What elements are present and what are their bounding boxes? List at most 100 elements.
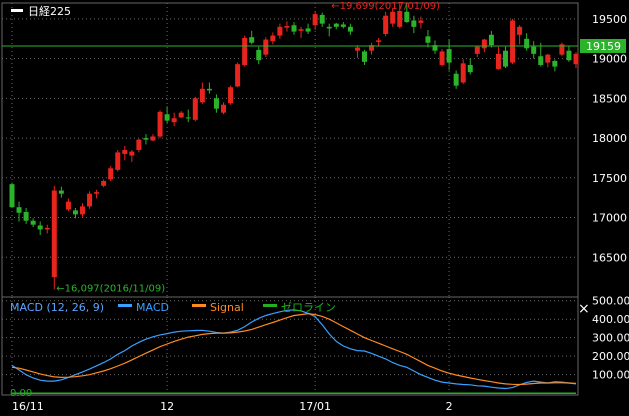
- candle-body: [72, 210, 78, 215]
- candle-body: [531, 46, 537, 54]
- macd-tick-label: 300.00: [592, 332, 629, 345]
- candle-body: [446, 49, 452, 63]
- candle-body: [199, 88, 205, 103]
- candle-body: [37, 225, 43, 230]
- candle-body: [383, 15, 389, 34]
- candle-body: [143, 138, 149, 140]
- candle-body: [573, 53, 579, 65]
- candle-body: [129, 151, 135, 156]
- candle-body: [453, 73, 459, 86]
- price-tick-label: 17500: [592, 172, 627, 185]
- candle-body: [312, 14, 318, 26]
- candle-body: [566, 50, 572, 61]
- candle-body: [460, 63, 466, 83]
- current-price-label: 19159: [586, 40, 621, 53]
- candle-body: [30, 220, 36, 225]
- candle-body: [538, 56, 544, 65]
- price-tick-label: 16500: [592, 251, 627, 264]
- candle-body: [185, 117, 191, 119]
- candle-body: [439, 51, 445, 65]
- candle-body: [524, 38, 530, 49]
- candle-body: [178, 112, 184, 118]
- candle-body: [467, 64, 473, 73]
- candle-body: [481, 39, 487, 49]
- zero-value-label: 0.00: [10, 388, 32, 399]
- x-tick-label: 16/11: [12, 400, 44, 413]
- macd-tick-label: 100.00: [592, 369, 629, 382]
- macd-legend: MACD Signal ゼロライン: [118, 301, 336, 314]
- candle-body: [80, 206, 85, 215]
- price-tick-label: 18500: [592, 92, 627, 105]
- candle-body: [23, 211, 29, 221]
- candle-body: [249, 37, 255, 43]
- candle-body: [552, 61, 558, 67]
- candle-body: [404, 11, 410, 23]
- candle-body: [122, 150, 128, 154]
- macd-tick-label: 500.00: [592, 295, 629, 308]
- candle-body: [108, 168, 114, 180]
- candle-body: [136, 139, 142, 150]
- legend-swatch: [192, 304, 206, 307]
- legend-swatch: [263, 304, 277, 307]
- candle-body: [545, 54, 551, 63]
- candle-body: [326, 26, 332, 29]
- current-price-tag: 19159: [580, 38, 626, 53]
- candle-body: [425, 36, 431, 43]
- x-tick-label: 2: [446, 400, 453, 413]
- candle-body: [284, 26, 290, 28]
- candle-body: [488, 34, 494, 46]
- candle-body: [517, 26, 523, 35]
- legend-label: ゼロライン: [281, 301, 336, 314]
- chart-background: [0, 0, 629, 416]
- candle-body: [277, 26, 283, 36]
- candle-body: [228, 87, 234, 104]
- high-annotation: ←19,699(2017/01/09): [331, 1, 440, 12]
- candle-body: [376, 40, 382, 42]
- x-tick-label: 17/01: [299, 400, 331, 413]
- candle-body: [58, 190, 64, 194]
- candle-body: [44, 227, 50, 230]
- candle-body: [157, 111, 163, 137]
- candle-body: [51, 190, 57, 278]
- candle-body: [9, 184, 15, 208]
- candle-body: [87, 193, 93, 207]
- nikkei-chart: 19159 16500 17000 17500 18000 18500 19000 1950…: [0, 0, 629, 416]
- candle-body: [263, 39, 269, 55]
- candle-body: [115, 152, 121, 170]
- legend-label: Signal: [210, 301, 244, 314]
- price-tick-label: 17000: [592, 212, 627, 225]
- candle-body: [298, 29, 304, 31]
- price-tick-label: 19000: [592, 53, 627, 66]
- candle-body: [256, 49, 262, 61]
- candle-body: [171, 118, 177, 123]
- candle-body: [242, 37, 248, 65]
- close-panel-button[interactable]: ×: [578, 301, 590, 317]
- candle-body: [354, 47, 360, 51]
- macd-tick-label: 400.00: [592, 313, 629, 326]
- candle-body: [192, 98, 198, 120]
- macd-title: MACD (12, 26, 9): [10, 301, 104, 314]
- candle-body: [305, 28, 311, 32]
- candle-body: [65, 201, 71, 210]
- candle-body: [206, 88, 212, 91]
- candle-body: [333, 23, 339, 27]
- candle-body: [503, 50, 508, 67]
- candle-body: [495, 53, 501, 69]
- candle-body: [94, 192, 100, 194]
- candle-body: [319, 14, 325, 24]
- candle-body: [101, 180, 107, 186]
- macd-tick-label: 200.00: [592, 350, 629, 363]
- candle-body: [474, 46, 480, 54]
- candle-body: [150, 136, 156, 141]
- candle-body: [213, 98, 219, 109]
- candle-body: [397, 10, 403, 27]
- candle-body: [221, 104, 226, 113]
- price-tick-label: 19500: [592, 13, 627, 26]
- legend-swatch: [118, 304, 132, 307]
- candle-body: [291, 25, 297, 32]
- candle-body: [16, 207, 22, 213]
- x-tick-label: 12: [160, 400, 174, 413]
- candle-body: [270, 35, 276, 42]
- price-tick-label: 18000: [592, 132, 627, 145]
- candle-body: [418, 20, 424, 23]
